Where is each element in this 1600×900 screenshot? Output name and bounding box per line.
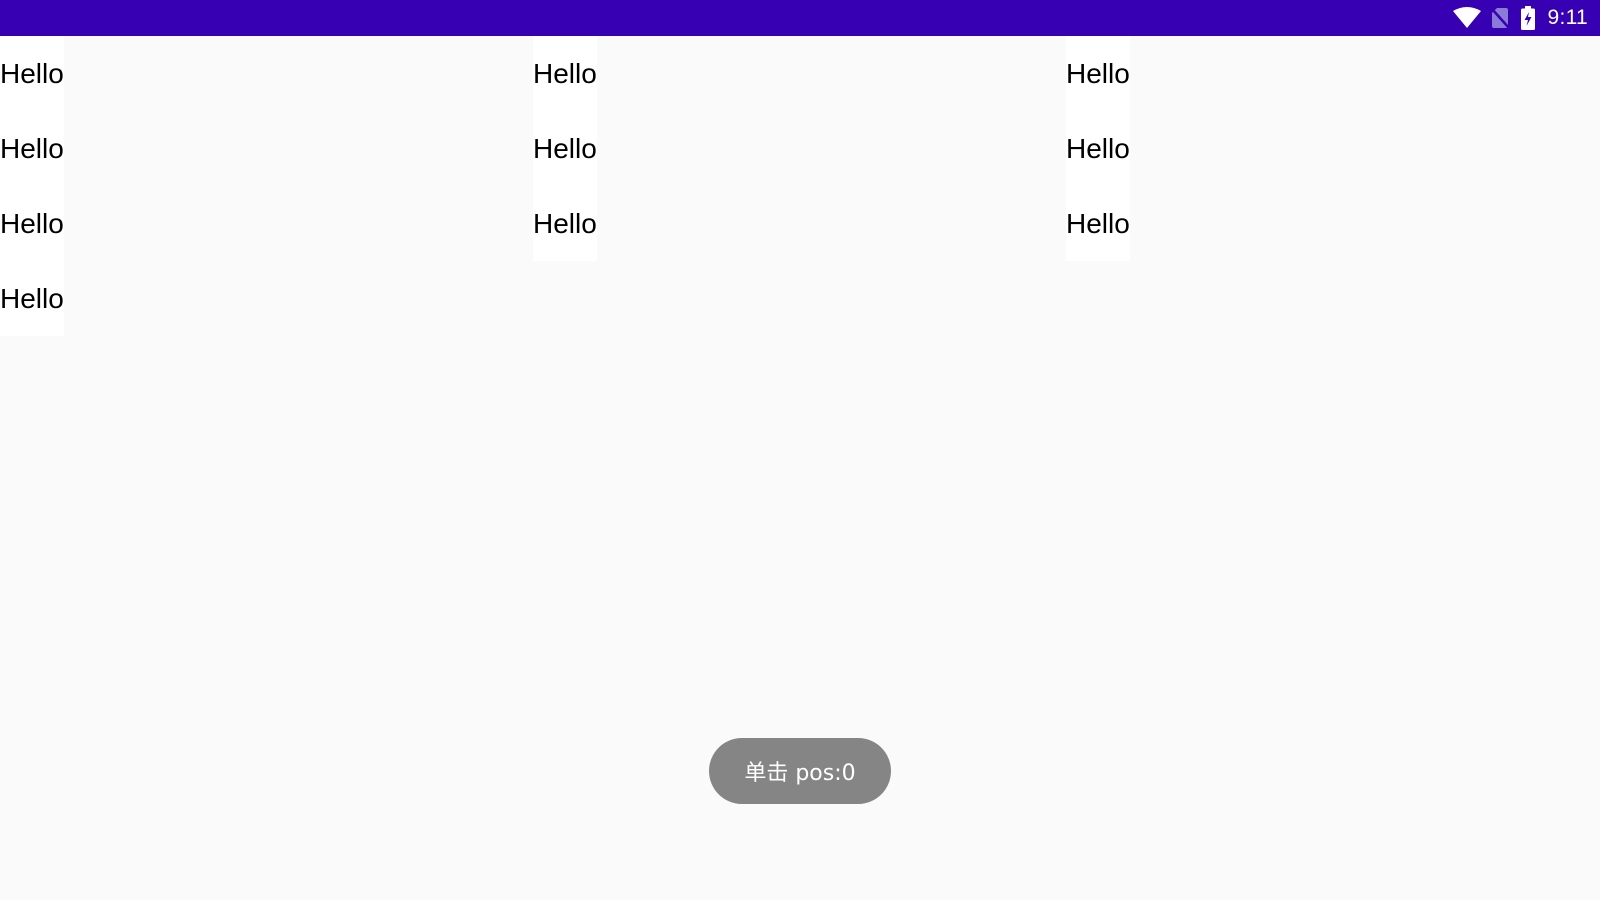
grid-item[interactable]: Hello — [0, 36, 64, 111]
grid-item[interactable]: Hello — [0, 186, 64, 261]
status-icons: 9:11 — [1453, 0, 1588, 36]
grid-item[interactable]: Hello — [1066, 36, 1130, 111]
status-time: 9:11 — [1547, 6, 1588, 29]
wifi-icon — [1453, 7, 1482, 29]
no-sim-icon — [1491, 7, 1511, 29]
grid-item[interactable]: Hello — [533, 186, 597, 261]
status-bar: 9:11 — [0, 0, 1600, 36]
grid-item[interactable]: Hello — [1066, 111, 1130, 186]
grid-item[interactable]: Hello — [533, 111, 597, 186]
battery-charging-icon — [1521, 6, 1536, 30]
grid-item[interactable]: Hello — [1066, 186, 1130, 261]
grid-item[interactable]: Hello — [533, 36, 597, 111]
grid-item[interactable]: Hello — [0, 261, 64, 336]
grid-column-1: Hello Hello Hello Hello — [0, 36, 64, 336]
grid-item[interactable]: Hello — [0, 111, 64, 186]
grid-column-2: Hello Hello Hello — [533, 36, 597, 261]
toast-message: 单击 pos:0 — [709, 738, 891, 804]
grid-column-3: Hello Hello Hello — [1066, 36, 1130, 261]
